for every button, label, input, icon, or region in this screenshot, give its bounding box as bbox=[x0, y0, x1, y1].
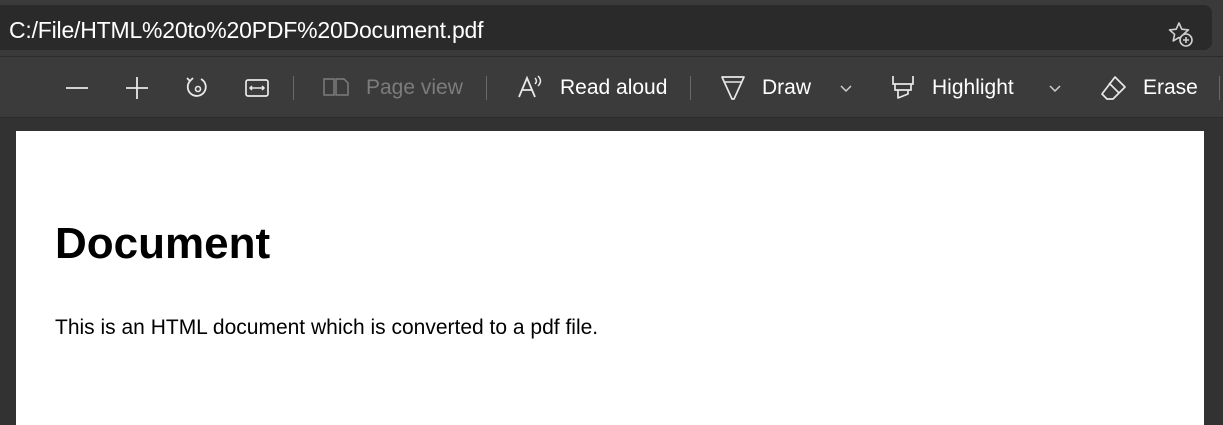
draw-button[interactable]: Draw bbox=[720, 57, 811, 119]
fit-width-icon bbox=[245, 79, 269, 97]
address-url[interactable]: C:/File/HTML%20to%20PDF%20Document.pdf bbox=[9, 17, 484, 43]
highlighter-icon bbox=[892, 76, 914, 99]
address-bar[interactable]: C:/File/HTML%20to%20PDF%20Document.pdf bbox=[0, 5, 1212, 50]
toolbar-divider bbox=[486, 76, 487, 100]
read-aloud-icon bbox=[518, 75, 542, 98]
draw-options-chevron[interactable] bbox=[838, 57, 854, 119]
toolbar-divider bbox=[690, 76, 691, 100]
plus-icon bbox=[126, 77, 148, 99]
page-view-icon bbox=[323, 78, 349, 96]
fit-width-button[interactable] bbox=[244, 57, 270, 119]
chevron-down-icon bbox=[840, 85, 852, 93]
read-aloud-label: Read aloud bbox=[560, 76, 668, 99]
zoom-out-button[interactable] bbox=[64, 57, 90, 119]
document-heading: Document bbox=[55, 219, 271, 268]
eraser-icon bbox=[1101, 76, 1126, 100]
document-paragraph: This is an HTML document which is conver… bbox=[55, 316, 599, 339]
address-bar-strip: C:/File/HTML%20to%20PDF%20Document.pdf bbox=[0, 0, 1223, 56]
pdf-page: Document This is an HTML document which … bbox=[16, 131, 1204, 425]
rotate-icon bbox=[186, 77, 207, 97]
highlight-label: Highlight bbox=[932, 76, 1014, 99]
erase-label: Erase bbox=[1143, 76, 1198, 99]
erase-button[interactable]: Erase bbox=[1099, 57, 1198, 119]
toolbar-divider bbox=[293, 76, 294, 100]
highlight-options-chevron[interactable] bbox=[1047, 57, 1063, 119]
rotate-button[interactable] bbox=[184, 57, 210, 119]
page-view-label: Page view bbox=[366, 76, 463, 99]
highlight-button[interactable]: Highlight bbox=[890, 57, 1014, 119]
star-add-icon[interactable] bbox=[1166, 20, 1194, 48]
chevron-down-icon bbox=[1049, 85, 1061, 93]
zoom-in-button[interactable] bbox=[124, 57, 150, 119]
pdf-toolbar: Page view Read aloud Draw Highlight Eras… bbox=[0, 56, 1223, 118]
page-view-button[interactable]: Page view bbox=[322, 57, 463, 119]
pen-icon bbox=[721, 76, 745, 100]
toolbar-divider bbox=[1219, 76, 1220, 100]
draw-label: Draw bbox=[762, 76, 812, 99]
minus-icon bbox=[66, 87, 88, 89]
read-aloud-button[interactable]: Read aloud bbox=[516, 57, 667, 119]
